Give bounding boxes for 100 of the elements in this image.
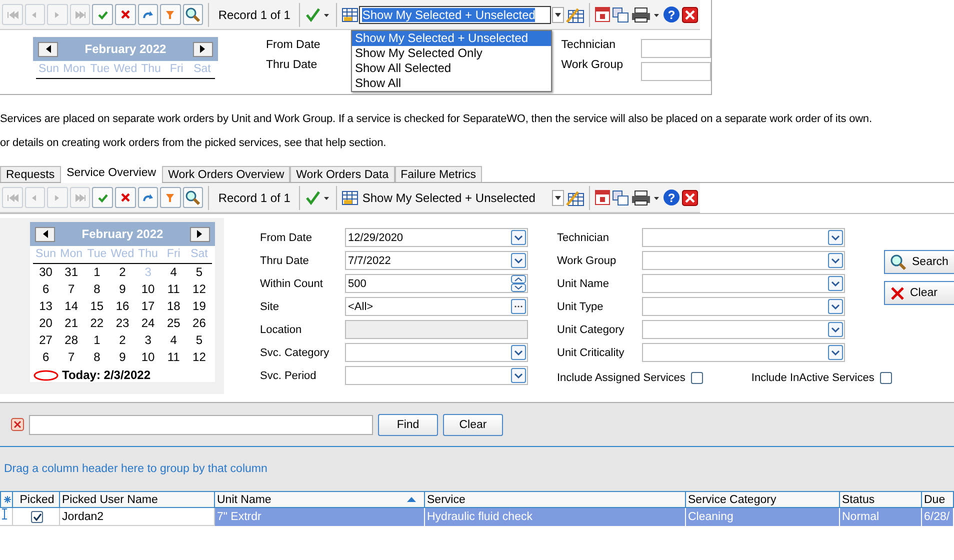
calendar-icon[interactable] xyxy=(594,190,610,205)
input-field[interactable] xyxy=(641,39,711,58)
combo-field[interactable] xyxy=(642,297,845,316)
checkbox[interactable] xyxy=(31,510,43,522)
dropdown-button[interactable] xyxy=(511,253,526,268)
next-month-button[interactable] xyxy=(190,226,210,242)
dropdown-option[interactable]: Show My Selected + Unselected xyxy=(352,31,551,46)
calendar-day[interactable]: 10 xyxy=(135,281,161,298)
calendar-day[interactable]: 7 xyxy=(58,349,84,366)
lookup-field[interactable]: <All> xyxy=(345,297,528,316)
combo-field[interactable] xyxy=(642,251,845,270)
calendar-day[interactable]: 26 xyxy=(186,315,212,332)
dropdown-button[interactable] xyxy=(828,345,843,360)
calendar-day[interactable]: 10 xyxy=(135,349,161,366)
calendar-day[interactable]: 28 xyxy=(58,332,84,349)
find-field[interactable] xyxy=(29,414,373,434)
calendar-day[interactable]: 14 xyxy=(58,298,84,315)
grid-edit-icon[interactable] xyxy=(566,6,584,22)
date-field[interactable]: 7/7/2022 xyxy=(345,251,528,270)
calendar-day[interactable]: 9 xyxy=(110,349,136,366)
combo-field[interactable] xyxy=(642,343,845,362)
calendar-day[interactable]: 17 xyxy=(135,298,161,315)
tab[interactable]: Failure Metrics xyxy=(394,166,482,182)
tab[interactable]: Work Orders Overview xyxy=(162,166,290,182)
dropdown-button[interactable] xyxy=(828,276,843,291)
calendar-day[interactable]: 11 xyxy=(160,349,186,366)
calendar-day[interactable]: 18 xyxy=(160,298,186,315)
spin-icon[interactable] xyxy=(511,275,526,292)
calendar-day[interactable]: 3 xyxy=(135,332,161,349)
tab[interactable]: Service Overview xyxy=(60,164,162,183)
calendar-day[interactable]: 6 xyxy=(33,349,59,366)
date-field[interactable] xyxy=(345,366,528,385)
date-field[interactable]: 12/29/2020 xyxy=(345,228,528,247)
dropdown-option[interactable]: Show All xyxy=(352,76,551,91)
calendar-day[interactable]: 20 xyxy=(33,315,59,332)
calendar-day[interactable]: 13 xyxy=(33,298,59,315)
grid-icon[interactable] xyxy=(342,190,358,204)
calendar-day[interactable]: 24 xyxy=(135,315,161,332)
copy-icon[interactable] xyxy=(612,190,629,206)
help-icon[interactable]: ? xyxy=(662,6,680,23)
calendar-day[interactable]: 30 xyxy=(33,264,59,281)
clear-button[interactable]: Clear xyxy=(443,414,503,436)
close-icon[interactable] xyxy=(682,190,698,206)
previous-month-button[interactable] xyxy=(35,226,55,242)
calendar-day[interactable]: 7 xyxy=(58,281,84,298)
printer-icon[interactable] xyxy=(630,190,661,206)
calendar-day[interactable]: 25 xyxy=(160,315,186,332)
calendar-day[interactable]: 9 xyxy=(110,281,136,298)
printer-icon[interactable] xyxy=(630,6,661,22)
filter-button[interactable] xyxy=(160,187,181,208)
dropdown-button[interactable] xyxy=(511,230,526,245)
caret-icon[interactable] xyxy=(552,6,564,22)
column-header[interactable]: Service xyxy=(425,491,686,508)
combo-field[interactable] xyxy=(642,320,845,339)
calendar-day[interactable]: 15 xyxy=(84,298,110,315)
previous-month-button[interactable] xyxy=(38,42,58,56)
help-icon[interactable]: ? xyxy=(662,189,680,206)
column-header[interactable]: Due xyxy=(922,491,954,508)
save-button[interactable] xyxy=(92,187,113,208)
calendar-day[interactable]: 2 xyxy=(110,264,136,281)
column-header[interactable]: Picked xyxy=(13,491,60,508)
calendar-day[interactable]: 12 xyxy=(186,281,212,298)
calendar-day[interactable]: 4 xyxy=(160,264,186,281)
cancel-button[interactable] xyxy=(114,187,136,208)
column-header[interactable]: Status xyxy=(840,491,922,508)
calendar-day[interactable]: 5 xyxy=(186,264,212,281)
save-button[interactable] xyxy=(92,4,113,25)
combo-field[interactable] xyxy=(345,343,528,362)
copy-icon[interactable] xyxy=(612,6,629,22)
calendar-day[interactable]: 8 xyxy=(84,281,110,298)
checkbox[interactable] xyxy=(691,372,704,384)
tab[interactable]: Requests xyxy=(0,166,61,182)
calendar-icon[interactable] xyxy=(594,7,610,22)
dropdown-button[interactable] xyxy=(511,368,526,383)
input-field[interactable] xyxy=(641,62,711,81)
calendar-day[interactable]: 4 xyxy=(160,332,186,349)
column-header[interactable]: Unit Name xyxy=(215,491,425,508)
find-button[interactable]: Find xyxy=(378,414,438,436)
dropdown-button[interactable] xyxy=(828,299,843,314)
column-header[interactable]: Service Category xyxy=(686,491,840,508)
filter-button[interactable] xyxy=(160,4,181,25)
close-icon[interactable] xyxy=(682,6,698,22)
calendar-day[interactable]: 27 xyxy=(33,332,59,349)
calendar-day[interactable]: 12 xyxy=(186,349,212,366)
tab[interactable]: Work Orders Data xyxy=(290,166,395,182)
number-field[interactable]: 500 xyxy=(345,274,528,293)
calendar-day[interactable]: 1 xyxy=(84,264,110,281)
dropdown-button[interactable] xyxy=(828,253,843,268)
search-button[interactable]: Search xyxy=(884,250,954,274)
calendar-day[interactable]: 11 xyxy=(160,281,186,298)
calendar-day[interactable]: 8 xyxy=(84,349,110,366)
dropdown-button[interactable] xyxy=(511,345,526,360)
search-button[interactable] xyxy=(182,4,204,25)
dropdown-button[interactable] xyxy=(828,230,843,245)
calendar-day[interactable]: 23 xyxy=(110,315,136,332)
today-label[interactable]: Today: 2/3/2022 xyxy=(62,368,150,382)
calendar-day[interactable]: 2 xyxy=(110,332,136,349)
ellipsis-icon[interactable] xyxy=(511,299,526,314)
caret-icon[interactable] xyxy=(552,190,564,206)
checkbox[interactable] xyxy=(880,372,892,384)
